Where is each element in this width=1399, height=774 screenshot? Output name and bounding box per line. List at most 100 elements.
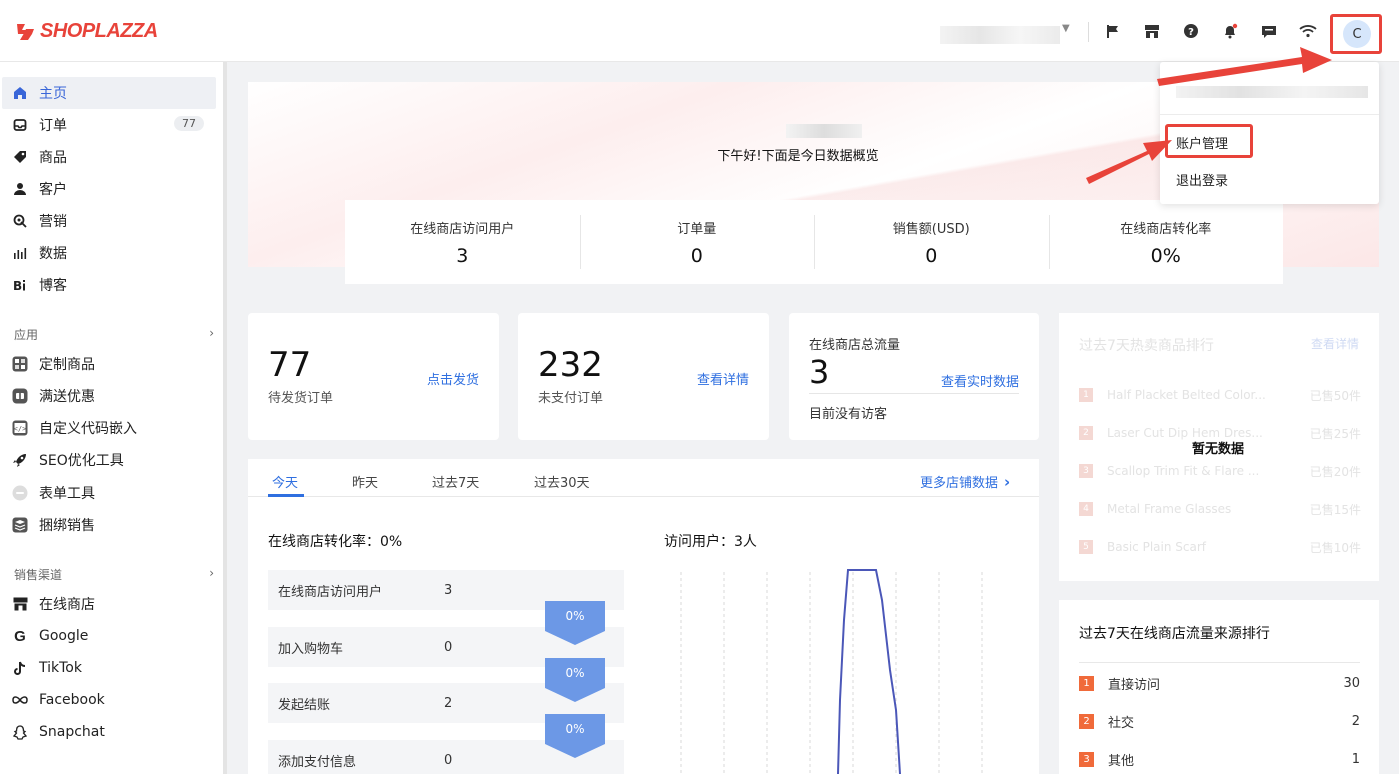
help-icon[interactable]: ? — [1182, 22, 1200, 40]
sidebar-item-customers[interactable]: 客户 — [2, 173, 216, 205]
logout-item[interactable]: 退出登录 — [1176, 170, 1228, 189]
source-count: 30 — [1343, 675, 1360, 691]
sidebar-item-label: 营销 — [39, 214, 67, 230]
sidebar-app-custom-product[interactable]: 定制商品 — [2, 348, 216, 380]
no-visitors-note: 目前没有访客 — [809, 407, 888, 422]
sidebar-scrollbar[interactable] — [223, 62, 227, 774]
tiktok-icon — [12, 660, 28, 676]
sidebar-channel-google[interactable]: G Google — [2, 620, 216, 652]
rank-badge: 1 — [1079, 675, 1094, 691]
stat-visitors[interactable]: 在线商店访问用户 3 — [345, 200, 580, 284]
list-item: 2 社交 2 — [1079, 711, 1360, 731]
tab-yesterday[interactable]: 昨天 — [352, 472, 378, 491]
channels-section-header[interactable]: 销售渠道 › — [14, 566, 214, 583]
sidebar-item-label: 自定义代码嵌入 — [39, 421, 137, 437]
traffic-title: 在线商店总流量 — [809, 338, 901, 353]
form-icon — [12, 485, 28, 501]
sidebar-channel-facebook[interactable]: Facebook — [2, 684, 216, 716]
sidebar-item-label: 满送优惠 — [39, 389, 95, 405]
sidebar-app-bundle[interactable]: 捆绑销售 — [2, 509, 216, 541]
divider — [1088, 22, 1089, 42]
flag-icon[interactable] — [1104, 22, 1122, 40]
top-bar: SHOPLAZZA ▼ ? C — [0, 0, 1399, 62]
stat-sales[interactable]: 销售额(USD) 0 — [814, 200, 1049, 284]
sidebar-channel-snapchat[interactable]: Snapchat — [2, 716, 216, 748]
sidebar-item-label: 捆绑销售 — [39, 518, 95, 534]
tab-last-7-days[interactable]: 过去7天 — [432, 472, 479, 491]
more-store-data-link[interactable]: 更多店铺数据 › — [920, 472, 1010, 492]
pending-label: 待发货订单 — [268, 391, 334, 406]
chevron-down-icon[interactable]: ▼ — [1062, 23, 1070, 34]
chevron-right-icon: › — [209, 326, 214, 340]
stat-label: 销售额(USD) — [892, 222, 970, 237]
sidebar-item-data[interactable]: 数据 — [2, 237, 216, 269]
avatar-highlight: C — [1330, 14, 1382, 54]
sidebar-item-products[interactable]: 商品 — [2, 141, 216, 173]
message-icon[interactable] — [1260, 22, 1278, 40]
avatar[interactable]: C — [1343, 20, 1371, 48]
sidebar-channel-online-store[interactable]: 在线商店 — [2, 588, 216, 620]
wifi-icon[interactable] — [1299, 22, 1317, 40]
store-name-blurred — [786, 124, 862, 138]
rocket-icon — [12, 452, 28, 468]
stat-value: 3 — [456, 245, 469, 267]
pending-shipment-card: 77 待发货订单 点击发货 — [248, 313, 499, 440]
realtime-data-link[interactable]: 查看实时数据 — [941, 371, 1019, 390]
store-icon[interactable] — [1143, 22, 1161, 40]
funnel-rate-badge: 0% — [545, 714, 605, 762]
sidebar-app-form[interactable]: 表单工具 — [2, 477, 216, 509]
funnel-rate-badge: 0% — [545, 601, 605, 649]
sidebar-app-gift[interactable]: 满送优惠 — [2, 380, 216, 412]
source-count: 2 — [1351, 713, 1360, 729]
ship-now-link[interactable]: 点击发货 — [427, 369, 479, 388]
list-item: 1 Half Placket Belted Color... 已售50件 — [1079, 385, 1361, 405]
facebook-icon — [12, 692, 28, 708]
logo[interactable]: SHOPLAZZA — [14, 20, 158, 43]
stat-conversion[interactable]: 在线商店转化率 0% — [1048, 200, 1284, 284]
stat-value: 0% — [1150, 245, 1181, 267]
sidebar-item-orders[interactable]: 订单 77 — [2, 109, 216, 141]
funnel-rate-badge: 0% — [545, 658, 605, 706]
google-icon: G — [14, 627, 26, 645]
divider — [809, 393, 1019, 394]
visitors-line — [837, 569, 901, 774]
list-item: 3 Scallop Trim Fit & Flare ... 已售20件 — [1079, 461, 1361, 481]
visitors-title: 访问用户：3人 — [664, 534, 757, 550]
funnel-label: 加入购物车 — [278, 641, 344, 657]
sidebar-item-blog[interactable]: B 博客 — [2, 269, 216, 301]
active-tab-indicator — [268, 494, 304, 497]
sidebar-item-home[interactable]: 主页 — [2, 77, 216, 109]
empty-state: 暂无数据 — [1192, 442, 1245, 457]
sidebar-app-code[interactable]: </> 自定义代码嵌入 — [2, 412, 216, 444]
funnel-label: 发起结账 — [278, 697, 331, 713]
sidebar-item-label: 客户 — [39, 182, 67, 198]
sidebar-item-label: SEO优化工具 — [39, 453, 124, 469]
brand-name: SHOPLAZZA — [40, 20, 158, 42]
user-email-blurred — [1176, 86, 1368, 98]
sidebar-item-marketing[interactable]: 营销 — [2, 205, 216, 237]
stat-label: 在线商店转化率 — [1120, 222, 1212, 237]
sidebar-channel-tiktok[interactable]: TikTok — [2, 652, 216, 684]
funnel-value: 3 — [444, 582, 453, 598]
view-details-link[interactable]: 查看详情 — [697, 369, 749, 388]
traffic-count: 3 — [809, 353, 830, 391]
stat-orders[interactable]: 订单量 0 — [579, 200, 815, 284]
store-selector[interactable] — [940, 26, 1060, 44]
tab-last-30-days[interactable]: 过去30天 — [534, 472, 590, 491]
tab-today[interactable]: 今天 — [272, 472, 298, 491]
greeting: 下午好!下面是今日数据概览 — [717, 149, 879, 164]
rank-badge: 3 — [1079, 751, 1094, 767]
conversion-title: 在线商店转化率：0% — [268, 534, 403, 550]
stat-value: 0 — [690, 245, 703, 267]
hot-products-link[interactable]: 查看详情 — [1311, 335, 1359, 352]
divider — [1160, 114, 1379, 115]
pending-count: 77 — [268, 345, 312, 385]
account-management-item[interactable]: 账户管理 — [1176, 133, 1228, 152]
svg-text:</>: </> — [14, 425, 27, 433]
bell-icon[interactable] — [1221, 22, 1239, 40]
divider — [1079, 662, 1360, 663]
user-icon — [12, 181, 28, 197]
sidebar-app-seo[interactable]: SEO优化工具 — [2, 444, 216, 476]
tabs-divider — [248, 496, 1039, 497]
apps-section-header[interactable]: 应用 › — [14, 326, 214, 343]
